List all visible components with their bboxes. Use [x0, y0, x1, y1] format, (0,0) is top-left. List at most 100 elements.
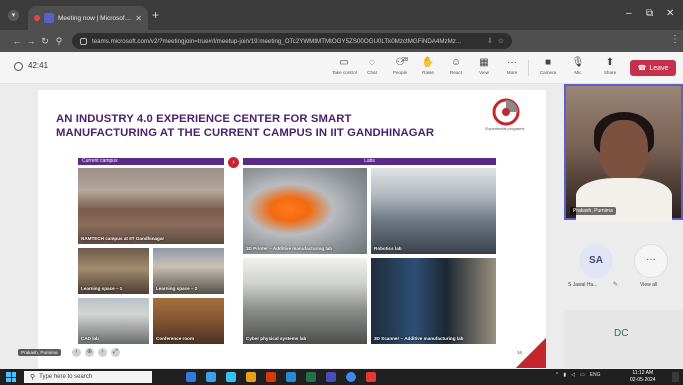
- minimize-button[interactable]: –: [626, 8, 632, 19]
- forward-icon[interactable]: →: [24, 36, 38, 46]
- recording-indicator-icon: [34, 15, 40, 21]
- photo-namtech-campus: NAMTECH campus at IIT Gandhinagar: [78, 168, 224, 244]
- shared-slide: AN INDUSTRY 4.0 EXPERIENCE CENTER FOR SM…: [38, 90, 546, 368]
- close-window-button[interactable]: ✕: [666, 8, 674, 19]
- photo-caption: Conference room: [156, 336, 195, 341]
- url-text: teams.microsoft.com/v2/?meetingjoin=true…: [92, 37, 462, 45]
- take-control-button[interactable]: ▭ Take control: [332, 56, 357, 80]
- zoom-icon[interactable]: ⊕: [85, 348, 94, 357]
- labs-header: Labs: [243, 158, 496, 165]
- acrobat-app-icon[interactable]: [366, 372, 376, 382]
- participant-avatar[interactable]: SA: [579, 244, 613, 278]
- photo-caption: Learning space – 2: [156, 286, 198, 291]
- people-button[interactable]: ⚇ 28 People: [388, 56, 412, 80]
- presenter-toolbar: ‹ ⊕ › ⤢: [72, 348, 120, 357]
- current-campus-header: Current campus: [78, 158, 224, 165]
- network-icon[interactable]: ▮: [563, 372, 566, 378]
- phone-hangup-icon: ☎: [637, 65, 647, 72]
- raise-hand-icon: ✋: [421, 57, 435, 68]
- photo-conference-room: Conference room: [153, 298, 224, 344]
- reload-icon[interactable]: ↻: [38, 36, 52, 47]
- taskbar-search-box[interactable]: ⚲ Type here to search: [24, 371, 152, 383]
- clock-time: 11:12 AM: [632, 370, 654, 376]
- new-tab-button[interactable]: +: [152, 9, 159, 21]
- taskbar-clock[interactable]: 11:12 AM 02-05-2024: [630, 370, 656, 384]
- meeting-stage: AN INDUSTRY 4.0 EXPERIENCE CENTER FOR SM…: [0, 84, 683, 369]
- notification-icon[interactable]: [672, 372, 679, 382]
- powerpoint-app-icon[interactable]: [266, 372, 276, 382]
- camera-button[interactable]: ■ Camera: [536, 56, 560, 80]
- volume-icon[interactable]: ◁: [571, 372, 575, 378]
- share-button[interactable]: ⬆ Share: [598, 56, 622, 80]
- mail-app-icon[interactable]: [206, 372, 216, 382]
- previous-slide-icon[interactable]: ‹: [72, 348, 81, 357]
- site-info-icon[interactable]: [80, 37, 87, 45]
- mic-button[interactable]: 🎙 Mic: [566, 56, 590, 80]
- address-bar[interactable]: teams.microsoft.com/v2/?meetingjoin=true…: [72, 33, 512, 49]
- back-icon[interactable]: ←: [10, 36, 24, 46]
- photo-3d-printer-lab: 3D Printer – Additive manufacturing lab: [243, 168, 367, 254]
- photo-learning-space-1: Learning space – 1: [78, 248, 149, 294]
- tab-close-icon[interactable]: ✕: [135, 14, 142, 23]
- maximize-button[interactable]: ⧉: [646, 8, 653, 19]
- view-button[interactable]: ▦ View: [472, 56, 496, 80]
- photo-robotics-lab: Robotics lab: [371, 168, 496, 254]
- photo-caption: 3D Printer – Additive manufacturing lab: [246, 246, 333, 251]
- experiential-programs-logo: [492, 98, 520, 126]
- language-indicator[interactable]: ENG: [590, 372, 601, 378]
- photo-learning-space-2: Learning space – 2: [153, 248, 224, 294]
- clock-date: 02-05-2024: [630, 377, 656, 383]
- slide-title: AN INDUSTRY 4.0 EXPERIENCE CENTER FOR SM…: [56, 113, 352, 125]
- screen: ▾ Meeting now | Microsoft Te ✕ + – ⧉ ✕ ←…: [0, 0, 683, 385]
- self-video-tile[interactable]: Prakash, Purnima: [564, 84, 683, 222]
- outlook-app-icon[interactable]: [286, 372, 296, 382]
- slide-title: MANUFACTURING AT THE CURRENT CAMPUS IN I…: [56, 127, 435, 139]
- task-view-icon[interactable]: [186, 372, 196, 382]
- view-all-label: View all: [640, 282, 658, 288]
- chrome-app-icon[interactable]: [346, 372, 356, 382]
- photo-caption: NAMTECH campus at IIT Gandhinagar: [81, 236, 165, 241]
- leave-label: Leave: [649, 64, 669, 72]
- react-icon: ☺: [450, 57, 462, 68]
- share-icon: ⬆: [605, 57, 615, 68]
- react-button[interactable]: ☺ React: [444, 56, 468, 80]
- system-tray[interactable]: ^ ▮ ◁ ▭ ENG: [556, 372, 601, 378]
- participant-count: 28: [402, 57, 409, 63]
- raise-hand-button[interactable]: ✋ Raise: [416, 56, 440, 80]
- photo-caption: Cyber physical systems lab: [246, 336, 307, 341]
- leave-button[interactable]: ☎ Leave: [630, 60, 676, 76]
- windows-taskbar: ⚲ Type here to search ^ ▮ ◁ ▭ ENG 11:12 …: [0, 369, 683, 385]
- more-button[interactable]: ··· More: [500, 56, 524, 80]
- tune-icon[interactable]: ⚲: [52, 36, 66, 47]
- tab-search-icon[interactable]: ▾: [8, 10, 19, 21]
- teams-app-icon[interactable]: [326, 372, 336, 382]
- participant-tile[interactable]: DC: [564, 310, 683, 368]
- photo-cad-lab: CAD lab: [78, 298, 149, 344]
- battery-icon[interactable]: ▭: [580, 372, 585, 378]
- chevron-up-icon[interactable]: ^: [556, 372, 558, 378]
- browser-tab[interactable]: Meeting now | Microsoft Te ✕: [28, 6, 148, 30]
- windows-start-icon[interactable]: [6, 372, 16, 382]
- chat-button[interactable]: ◌ Chat: [360, 56, 384, 80]
- camera-icon: ■: [544, 57, 552, 68]
- participant-initials: DC: [614, 328, 629, 339]
- photo-caption: Learning space – 1: [81, 286, 123, 291]
- fullscreen-icon[interactable]: ⤢: [111, 348, 120, 357]
- search-icon: ⚲: [30, 374, 36, 381]
- download-icon[interactable]: ⇩: [487, 37, 493, 45]
- next-slide-icon[interactable]: ›: [98, 348, 107, 357]
- participant-video: [600, 120, 648, 180]
- participant-name: S Jawal Ha...: [568, 282, 598, 288]
- view-all-button[interactable]: ···: [634, 244, 668, 278]
- meeting-shield-icon: [14, 62, 23, 71]
- presenter-name-chip: Prakash, Purnima: [18, 349, 61, 356]
- file-explorer-icon[interactable]: [246, 372, 256, 382]
- teams-favicon-icon: [44, 13, 54, 23]
- photo-cyber-physical-lab: Cyber physical systems lab: [243, 258, 367, 344]
- kebab-menu-icon[interactable]: ⋮: [670, 34, 680, 45]
- bookmark-star-icon[interactable]: ☆: [498, 37, 504, 45]
- browser-toolbar: ← → ↻ ⚲ teams.microsoft.com/v2/?meetingj…: [0, 30, 683, 75]
- logo-caption: Experiential programs: [485, 126, 525, 131]
- excel-app-icon[interactable]: [306, 372, 316, 382]
- edge-app-icon[interactable]: [226, 372, 236, 382]
